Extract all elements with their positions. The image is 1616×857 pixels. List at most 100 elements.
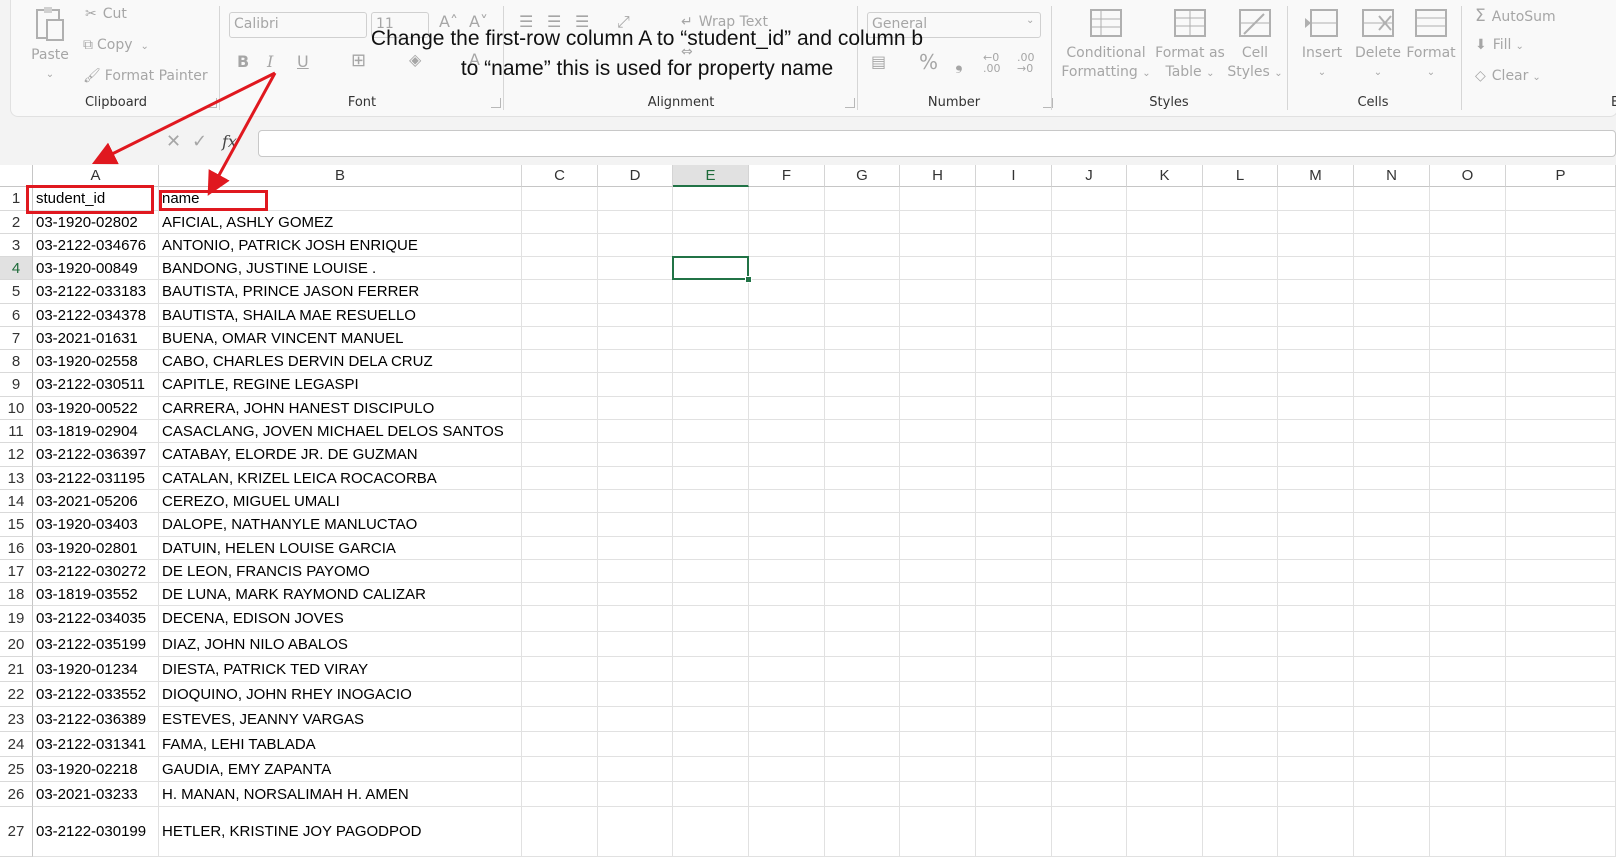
column-header-d[interactable]: D — [598, 165, 673, 187]
cell-g15[interactable] — [825, 513, 900, 537]
cell-c11[interactable] — [522, 420, 598, 443]
cell-c4[interactable] — [522, 257, 598, 280]
cell-i12[interactable] — [976, 443, 1052, 467]
cell-e20[interactable] — [673, 632, 749, 657]
cell-d22[interactable] — [598, 682, 673, 707]
cell-i20[interactable] — [976, 632, 1052, 657]
cell-k15[interactable] — [1127, 513, 1203, 537]
cell-i7[interactable] — [976, 327, 1052, 350]
cell-i1[interactable] — [976, 187, 1052, 211]
cell-o6[interactable] — [1430, 304, 1506, 327]
cell-l6[interactable] — [1203, 304, 1278, 327]
cell-m27[interactable] — [1278, 807, 1354, 857]
cell-p22[interactable] — [1506, 682, 1616, 707]
cell-j2[interactable] — [1052, 211, 1127, 234]
cell-o4[interactable] — [1430, 257, 1506, 280]
cell-m22[interactable] — [1278, 682, 1354, 707]
cell-j21[interactable] — [1052, 657, 1127, 682]
cell-g2[interactable] — [825, 211, 900, 234]
cell-g6[interactable] — [825, 304, 900, 327]
row-header-12[interactable]: 12 — [0, 443, 33, 467]
cell-d14[interactable] — [598, 490, 673, 513]
italic-button[interactable]: I — [267, 52, 273, 71]
cell-o17[interactable] — [1430, 560, 1506, 583]
cell-h27[interactable] — [900, 807, 976, 857]
cell-f10[interactable] — [749, 397, 825, 420]
cell-m23[interactable] — [1278, 707, 1354, 732]
cell-n27[interactable] — [1354, 807, 1430, 857]
cell-n21[interactable] — [1354, 657, 1430, 682]
column-header-j[interactable]: J — [1052, 165, 1127, 187]
cell-j23[interactable] — [1052, 707, 1127, 732]
cell-f21[interactable] — [749, 657, 825, 682]
cell-f12[interactable] — [749, 443, 825, 467]
cell-e15[interactable] — [673, 513, 749, 537]
cell-n19[interactable] — [1354, 606, 1430, 632]
row-header-20[interactable]: 20 — [0, 632, 33, 657]
cell-h20[interactable] — [900, 632, 976, 657]
cell-f8[interactable] — [749, 350, 825, 373]
cell-i21[interactable] — [976, 657, 1052, 682]
cell-f19[interactable] — [749, 606, 825, 632]
cell-e3[interactable] — [673, 234, 749, 257]
cell-l19[interactable] — [1203, 606, 1278, 632]
paste-button[interactable]: Paste ⌄ — [25, 6, 75, 84]
cell-k25[interactable] — [1127, 757, 1203, 782]
cell-k23[interactable] — [1127, 707, 1203, 732]
cell-a20[interactable]: 03-2122-035199 — [33, 632, 159, 657]
cell-a22[interactable]: 03-2122-033552 — [33, 682, 159, 707]
cell-e25[interactable] — [673, 757, 749, 782]
row-header-26[interactable]: 26 — [0, 782, 33, 807]
cell-a5[interactable]: 03-2122-033183 — [33, 280, 159, 304]
cell-f5[interactable] — [749, 280, 825, 304]
cell-g16[interactable] — [825, 537, 900, 560]
cell-i15[interactable] — [976, 513, 1052, 537]
cell-l14[interactable] — [1203, 490, 1278, 513]
cell-n10[interactable] — [1354, 397, 1430, 420]
cell-e27[interactable] — [673, 807, 749, 857]
cell-i3[interactable] — [976, 234, 1052, 257]
cell-h19[interactable] — [900, 606, 976, 632]
cell-f1[interactable] — [749, 187, 825, 211]
cell-i2[interactable] — [976, 211, 1052, 234]
cell-m14[interactable] — [1278, 490, 1354, 513]
cell-g9[interactable] — [825, 373, 900, 397]
cell-a2[interactable]: 03-1920-02802 — [33, 211, 159, 234]
cell-a3[interactable]: 03-2122-034676 — [33, 234, 159, 257]
cell-l18[interactable] — [1203, 583, 1278, 606]
cell-j19[interactable] — [1052, 606, 1127, 632]
cell-e1[interactable] — [673, 187, 749, 211]
cell-b17[interactable]: DE LEON, FRANCIS PAYOMO — [159, 560, 522, 583]
cell-m6[interactable] — [1278, 304, 1354, 327]
cell-p2[interactable] — [1506, 211, 1616, 234]
row-header-14[interactable]: 14 — [0, 490, 33, 513]
cell-d17[interactable] — [598, 560, 673, 583]
cell-c20[interactable] — [522, 632, 598, 657]
cell-f25[interactable] — [749, 757, 825, 782]
cell-h15[interactable] — [900, 513, 976, 537]
cell-d9[interactable] — [598, 373, 673, 397]
font-launcher-icon[interactable] — [491, 98, 501, 108]
cell-g18[interactable] — [825, 583, 900, 606]
format-button[interactable]: Format ⌄ — [1405, 8, 1457, 82]
cell-h9[interactable] — [900, 373, 976, 397]
cell-o22[interactable] — [1430, 682, 1506, 707]
cell-b16[interactable]: DATUIN, HELEN LOUISE GARCIA — [159, 537, 522, 560]
cell-g19[interactable] — [825, 606, 900, 632]
cell-m16[interactable] — [1278, 537, 1354, 560]
column-header-g[interactable]: G — [825, 165, 900, 187]
cell-a14[interactable]: 03-2021-05206 — [33, 490, 159, 513]
cell-n12[interactable] — [1354, 443, 1430, 467]
cell-i17[interactable] — [976, 560, 1052, 583]
cell-i27[interactable] — [976, 807, 1052, 857]
column-header-b[interactable]: B — [159, 165, 522, 187]
cell-a17[interactable]: 03-2122-030272 — [33, 560, 159, 583]
active-cell-selection[interactable] — [672, 256, 749, 280]
cell-k4[interactable] — [1127, 257, 1203, 280]
cell-l26[interactable] — [1203, 782, 1278, 807]
cell-o20[interactable] — [1430, 632, 1506, 657]
cell-i8[interactable] — [976, 350, 1052, 373]
cell-c9[interactable] — [522, 373, 598, 397]
cell-a26[interactable]: 03-2021-03233 — [33, 782, 159, 807]
cut-button[interactable]: ✂ Cut — [85, 6, 127, 22]
